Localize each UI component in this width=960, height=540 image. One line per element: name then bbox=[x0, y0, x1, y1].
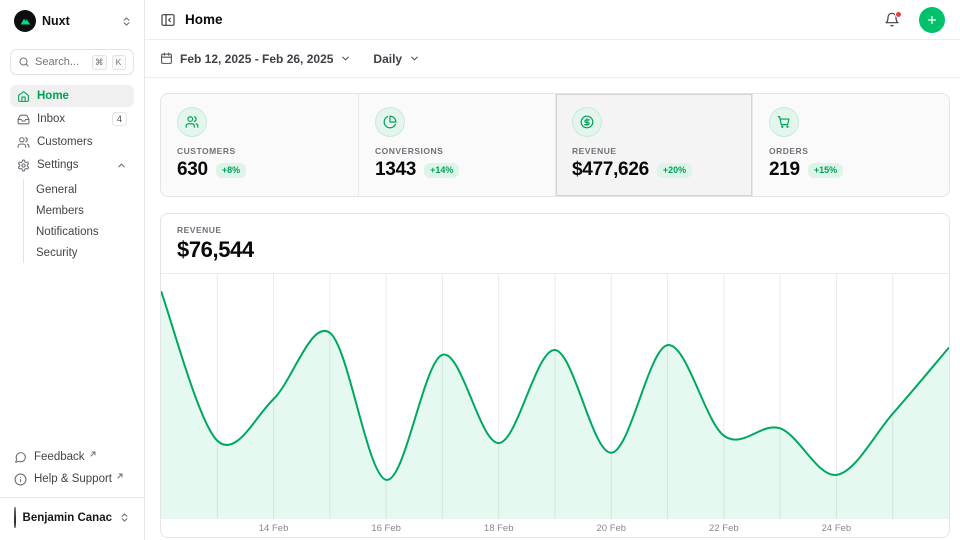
gear-icon bbox=[17, 159, 30, 172]
kbd-k: K bbox=[112, 55, 126, 70]
chevron-down-icon bbox=[340, 53, 351, 64]
chevron-up-icon bbox=[116, 160, 127, 171]
chevron-up-down-icon bbox=[121, 16, 132, 27]
date-range-value: Feb 12, 2025 - Feb 26, 2025 bbox=[180, 52, 333, 66]
filters-toolbar: Feb 12, 2025 - Feb 26, 2025 Daily bbox=[145, 40, 960, 78]
sidebar-footer: Feedback Help & Support Benjamin Canac bbox=[10, 446, 134, 530]
external-link-icon bbox=[116, 472, 124, 480]
stat-card-conversions[interactable]: CONVERSIONS 1343 +14% bbox=[358, 94, 555, 196]
sidebar-divider bbox=[0, 497, 144, 498]
pie-chart-icon bbox=[375, 107, 405, 137]
help-support-link[interactable]: Help & Support bbox=[10, 468, 134, 490]
search-field[interactable] bbox=[35, 56, 87, 68]
workspace-switcher[interactable]: Nuxt bbox=[10, 8, 134, 34]
x-axis-label: 16 Feb bbox=[371, 523, 401, 534]
user-avatar bbox=[14, 507, 16, 528]
sidebar: Nuxt ⌘ K Home Inbo bbox=[0, 0, 145, 540]
users-icon bbox=[17, 136, 30, 149]
chart-x-axis: 14 Feb 16 Feb 18 Feb 20 Feb 22 Feb 24 Feb bbox=[161, 519, 949, 537]
granularity-select[interactable]: Daily bbox=[373, 52, 420, 66]
inbox-count-badge: 4 bbox=[112, 112, 127, 126]
workspace-name: Nuxt bbox=[42, 14, 115, 28]
inbox-icon bbox=[17, 113, 30, 126]
x-axis-label: 18 Feb bbox=[484, 523, 514, 534]
external-link-icon bbox=[89, 450, 97, 458]
search-input[interactable]: ⌘ K bbox=[10, 49, 134, 75]
revenue-area-chart[interactable] bbox=[161, 274, 949, 519]
stat-value: 1343 bbox=[375, 159, 416, 181]
sidebar-item-settings[interactable]: Settings bbox=[10, 154, 134, 176]
chat-bubble-icon bbox=[14, 451, 27, 464]
settings-subnav: General Members Notifications Security bbox=[23, 179, 134, 263]
stats-row: CUSTOMERS 630 +8% CONVERSIONS 1343 +14% bbox=[160, 93, 950, 197]
sidebar-item-notifications[interactable]: Notifications bbox=[36, 221, 134, 242]
info-circle-icon bbox=[14, 473, 27, 486]
sidebar-item-members[interactable]: Members bbox=[36, 200, 134, 221]
home-icon bbox=[17, 90, 30, 103]
x-axis-label: 14 Feb bbox=[259, 523, 289, 534]
stat-value: $477,626 bbox=[572, 159, 649, 181]
feedback-link[interactable]: Feedback bbox=[10, 446, 134, 468]
delta-badge: +8% bbox=[216, 163, 246, 178]
page-header: Home bbox=[145, 0, 960, 40]
x-axis-label: 24 Feb bbox=[822, 523, 852, 534]
page-title: Home bbox=[185, 12, 875, 27]
x-axis-label: 22 Feb bbox=[709, 523, 739, 534]
sidebar-nav: Home Inbox 4 Customers Settings bbox=[10, 85, 134, 263]
chart-metric-label: REVENUE bbox=[177, 225, 933, 235]
stat-value: 219 bbox=[769, 159, 800, 181]
nuxt-logo-icon bbox=[14, 10, 36, 32]
stat-card-orders[interactable]: ORDERS 219 +15% bbox=[752, 94, 949, 196]
user-menu[interactable]: Benjamin Canac bbox=[10, 505, 134, 530]
main-area: Home Feb 12, 2025 - Feb 26, 2025 Daily bbox=[145, 0, 960, 540]
chevron-up-down-icon bbox=[119, 512, 130, 523]
notifications-button[interactable] bbox=[884, 12, 900, 28]
add-button[interactable] bbox=[919, 7, 945, 33]
sidebar-item-security[interactable]: Security bbox=[36, 242, 134, 263]
sidebar-item-customers[interactable]: Customers bbox=[10, 131, 134, 153]
stat-card-revenue[interactable]: REVENUE $477,626 +20% bbox=[555, 94, 752, 196]
chevron-down-icon bbox=[409, 53, 420, 64]
stat-value: 630 bbox=[177, 159, 208, 181]
delta-badge: +14% bbox=[424, 163, 459, 178]
search-icon bbox=[18, 56, 30, 68]
cart-icon bbox=[769, 107, 799, 137]
collapse-sidebar-icon[interactable] bbox=[160, 12, 176, 28]
delta-badge: +20% bbox=[657, 163, 692, 178]
sidebar-item-inbox[interactable]: Inbox 4 bbox=[10, 108, 134, 130]
app-window: Nuxt ⌘ K Home Inbo bbox=[0, 0, 960, 540]
dollar-circle-icon bbox=[572, 107, 602, 137]
stat-card-customers[interactable]: CUSTOMERS 630 +8% bbox=[161, 94, 358, 196]
chart-metric-value: $76,544 bbox=[177, 237, 933, 263]
users-icon bbox=[177, 107, 207, 137]
date-range-picker[interactable]: Feb 12, 2025 - Feb 26, 2025 bbox=[160, 52, 351, 66]
revenue-chart-card: REVENUE $76,544 14 Feb 16 Feb 18 Feb 20 Feb… bbox=[160, 213, 950, 538]
sidebar-item-home[interactable]: Home bbox=[10, 85, 134, 107]
notification-dot bbox=[895, 11, 902, 18]
delta-badge: +15% bbox=[808, 163, 843, 178]
x-axis-label: 20 Feb bbox=[596, 523, 626, 534]
calendar-icon bbox=[160, 52, 173, 65]
kbd-meta: ⌘ bbox=[92, 55, 107, 70]
chart-header: REVENUE $76,544 bbox=[161, 214, 949, 274]
content: CUSTOMERS 630 +8% CONVERSIONS 1343 +14% bbox=[145, 78, 960, 538]
granularity-value: Daily bbox=[373, 52, 402, 66]
sidebar-item-general[interactable]: General bbox=[36, 179, 134, 200]
